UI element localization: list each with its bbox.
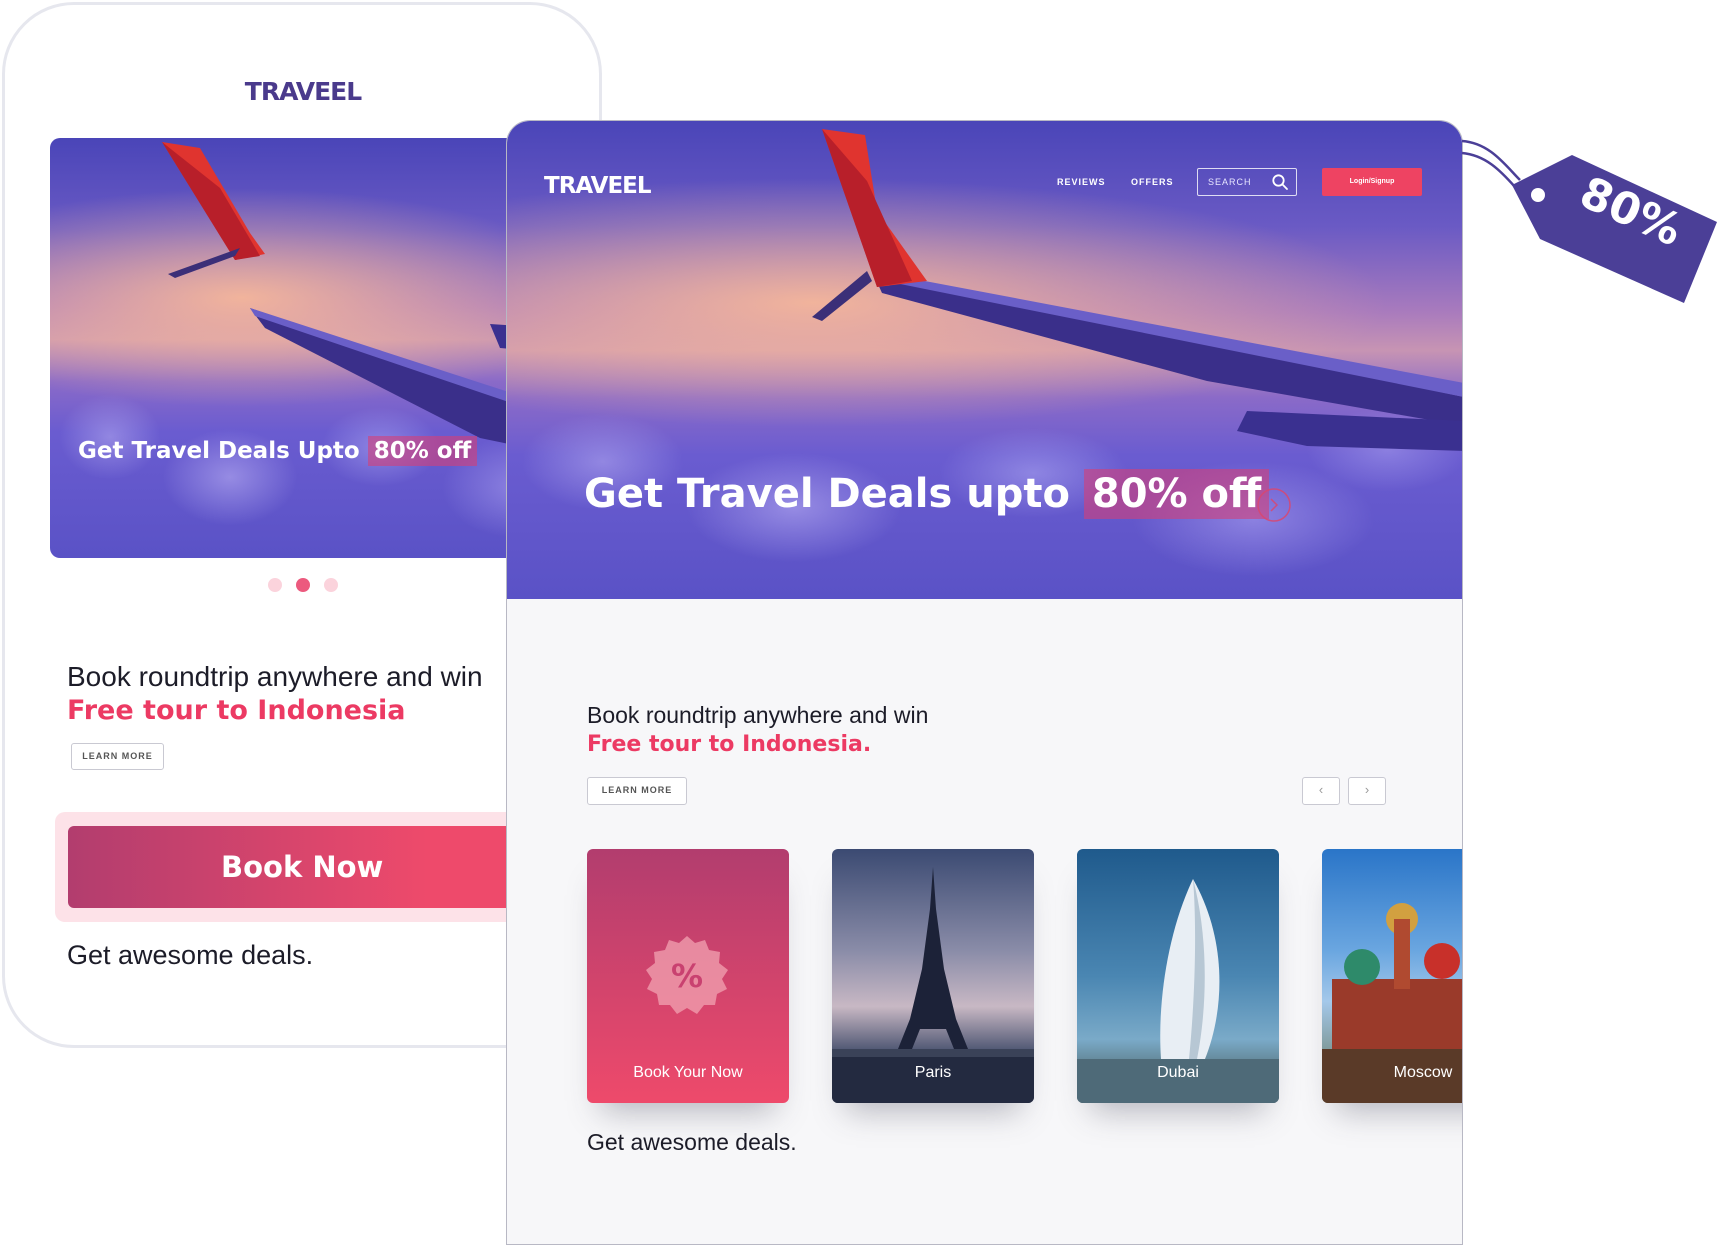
hero-next-arrow-icon[interactable] [1256, 487, 1292, 523]
card-dubai[interactable]: Dubai [1077, 849, 1279, 1103]
mobile-deals-text: Get awesome deals. [67, 940, 314, 970]
search-box[interactable]: SEARCH [1197, 168, 1297, 196]
mobile-promo-text: Book roundtrip anywhere and win [67, 661, 483, 692]
mobile-hero-title-text: Get Travel Deals Upto [78, 438, 368, 464]
desktop-promo-text: Book roundtrip anywhere and win [587, 702, 929, 728]
card-moscow[interactable]: Moscow [1322, 849, 1462, 1103]
login-signup-button[interactable]: Login/Signup [1322, 168, 1422, 196]
mobile-learn-more-button[interactable]: LEARN MORE [71, 743, 164, 770]
mobile-hero-title: Get Travel Deals Upto 80% off [78, 436, 478, 466]
carousel-dot-2[interactable] [296, 578, 310, 592]
carousel-dot-3[interactable] [324, 578, 338, 592]
desktop-hero-highlight: 80% off [1083, 469, 1270, 519]
desktop-mockup: TRAVEEL REVIEWS OFFERS SEARCH Login/Sign… [506, 120, 1463, 1245]
card-paris[interactable]: Paris [832, 849, 1034, 1103]
desktop-hero-banner: TRAVEEL REVIEWS OFFERS SEARCH Login/Sign… [507, 121, 1462, 599]
card-label: Book Your Now [633, 1064, 743, 1081]
mobile-promo-highlight: Free tour to Indonesia [67, 695, 406, 726]
prev-button[interactable]: ‹ [1302, 777, 1340, 805]
percent-badge-icon: % [646, 936, 728, 1014]
discount-tag-icon: 80% [1461, 139, 1717, 303]
card-label: Paris [914, 1064, 952, 1081]
nav-offers[interactable]: OFFERS [1131, 177, 1174, 187]
desktop-hero-title-text: Get Travel Deals upto [584, 471, 1084, 517]
desktop-learn-more-button[interactable]: LEARN MORE [587, 777, 687, 805]
card-label: Dubai [1157, 1064, 1199, 1081]
carousel-dot-1[interactable] [268, 578, 282, 592]
nav-reviews[interactable]: REVIEWS [1057, 177, 1106, 187]
stage: TRAVEEL Get Travel Deals Upto 80% off Bo… [0, 0, 1717, 1246]
desktop-hero-title: Get Travel Deals upto 80% off [584, 469, 1270, 519]
svg-text:%: % [671, 957, 703, 995]
search-placeholder: SEARCH [1208, 177, 1252, 187]
mobile-hero-highlight: 80% off [367, 436, 478, 466]
desktop-logo[interactable]: TRAVEEL [544, 173, 652, 199]
desktop-deals-text: Get awesome deals. [587, 1129, 797, 1155]
card-label: Moscow [1393, 1064, 1453, 1081]
search-icon[interactable] [1271, 173, 1289, 191]
card-book-now[interactable]: % Book Your Now [587, 849, 789, 1103]
desktop-promo-highlight: Free tour to Indonesia. [587, 732, 872, 757]
mobile-logo[interactable]: TRAVEEL [5, 77, 599, 106]
next-button[interactable]: › [1348, 777, 1386, 805]
